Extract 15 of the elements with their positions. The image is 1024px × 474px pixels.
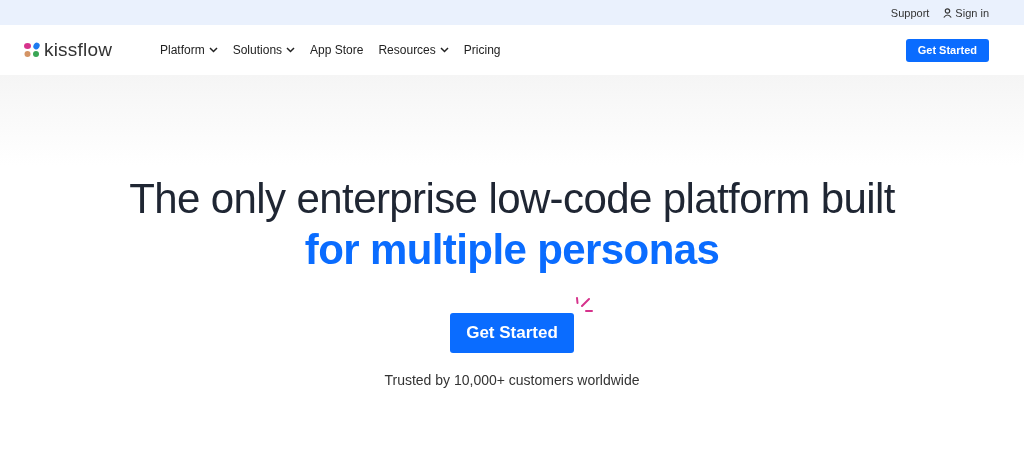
nav-link[interactable]: Solutions: [232, 43, 296, 57]
logo-icon: [23, 42, 41, 58]
hero-headline-accent: for multiple personas: [304, 225, 720, 275]
get-started-button[interactable]: Get Started: [450, 313, 574, 353]
nav-link[interactable]: Platform: [160, 43, 218, 57]
nav-link[interactable]: Resources: [378, 43, 449, 57]
user-icon: [943, 7, 953, 18]
sign-in-link[interactable]: Sign in: [943, 6, 989, 19]
support-link[interactable]: Support: [890, 6, 930, 19]
hero-headline: The only enterprise low-code platform built: [129, 174, 895, 224]
get-started-button[interactable]: Get Started: [905, 38, 989, 62]
logo-text: kissflow: [44, 39, 113, 61]
trust-text: Trusted by 10,000+ customers worldwide: [384, 372, 640, 388]
nav-link[interactable]: App Store: [310, 43, 364, 57]
nav-link[interactable]: Pricing: [463, 43, 501, 57]
